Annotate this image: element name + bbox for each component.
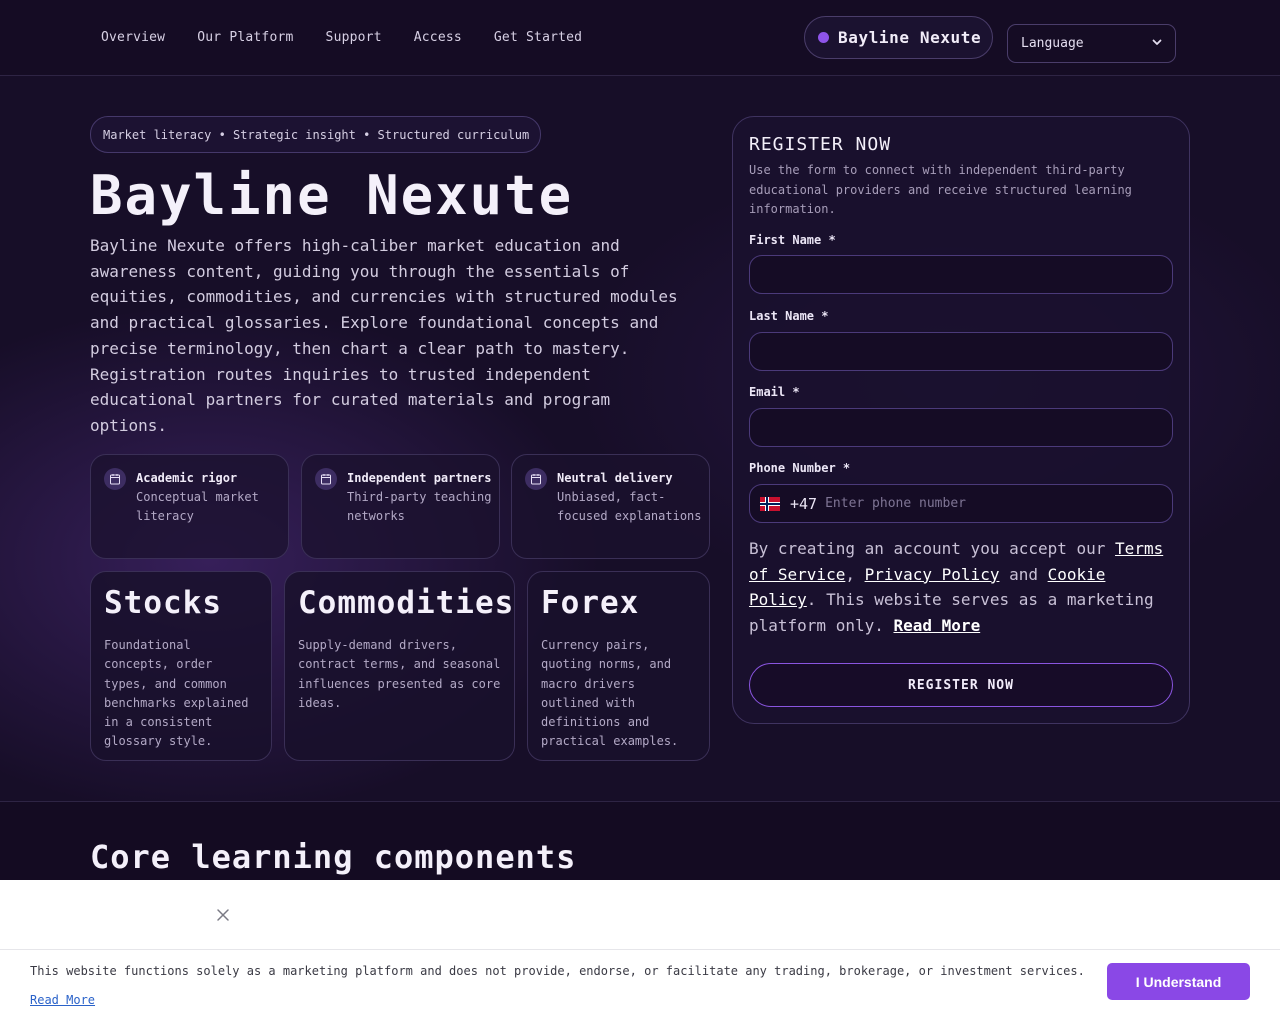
email-label: Email * (749, 385, 800, 399)
form-title: REGISTER NOW (749, 134, 892, 155)
topic-card-title: Commodities (298, 585, 515, 621)
topic-card-description: Foundational concepts, order types, and … (104, 638, 249, 749)
consent-text: By creating an account you accept our Te… (749, 536, 1174, 639)
topic-card-title: Stocks (104, 585, 222, 621)
register-now-button[interactable]: REGISTER NOW (749, 663, 1173, 707)
topic-card-stocks: Stocks Foundational concepts, order type… (90, 571, 272, 761)
hero-tagline: Market literacy • Strategic insight • St… (90, 116, 541, 153)
feature-title: Academic rigor Conceptual market literac… (136, 468, 284, 526)
read-more-link[interactable]: Read More (894, 616, 981, 635)
form-subtitle: Use the form to connect with independent… (749, 163, 1132, 216)
language-select-label: Language (1021, 36, 1084, 51)
topic-card-title: Forex (541, 585, 640, 621)
feature-title-text: Neutral delivery (557, 471, 673, 485)
topic-card-description: Supply-demand drivers, contract terms, a… (298, 638, 501, 710)
feature-description: Third-party teaching networks (347, 490, 492, 523)
feature-description: Conceptual market literacy (136, 490, 259, 523)
feature-card-neutral-delivery: Neutral delivery Unbiased, fact-focused … (511, 454, 710, 559)
feature-title: Neutral delivery Unbiased, fact-focused … (557, 468, 705, 526)
registration-form: REGISTER NOW Use the form to connect wit… (732, 116, 1190, 724)
nav-link-our-platform[interactable]: Our Platform (197, 30, 293, 45)
feature-title-text: Academic rigor (136, 471, 238, 485)
top-navigation: Overview Our Platform Support Access Get… (0, 0, 1280, 76)
feature-card-independent-partners: Independent partners Third-party teachin… (301, 454, 500, 559)
cookie-banner: This website functions solely as a marke… (0, 880, 1280, 1024)
country-code[interactable]: +47 (790, 495, 817, 513)
phone-label: Phone Number * (749, 461, 851, 475)
brand-name: Bayline Nexute (838, 28, 982, 47)
hero-description: Bayline Nexute offers high-caliber marke… (90, 236, 678, 435)
i-understand-button[interactable]: I Understand (1107, 963, 1250, 1000)
feature-card-academic-rigor: Academic rigor Conceptual market literac… (90, 454, 289, 559)
consent-separator: , (845, 564, 865, 584)
cookie-read-more-link[interactable]: Read More (30, 993, 95, 1007)
close-icon[interactable] (216, 908, 230, 922)
hero-title: Bayline Nexute (90, 164, 574, 227)
brand-dot-icon (818, 32, 829, 43)
chevron-down-icon (1152, 39, 1162, 45)
norway-flag-icon[interactable] (760, 496, 780, 511)
calendar-icon (104, 468, 126, 490)
nav-link-overview[interactable]: Overview (101, 30, 165, 45)
last-name-field[interactable] (749, 332, 1173, 371)
calendar-icon (525, 468, 547, 490)
feature-title-text: Independent partners (347, 471, 492, 485)
feature-description: Unbiased, fact-focused explanations (557, 490, 702, 523)
cookie-disclaimer-text: This website functions solely as a marke… (30, 964, 1085, 978)
cookie-banner-header (0, 880, 1280, 950)
language-select[interactable]: Language (1007, 24, 1176, 63)
privacy-policy-link[interactable]: Privacy Policy (865, 565, 1000, 584)
consent-prefix: By creating an account you accept our (749, 539, 1116, 558)
consent-separator: and (999, 564, 1048, 584)
first-name-label: First Name * (749, 233, 836, 247)
phone-placeholder: Enter phone number (825, 496, 966, 511)
brand-logo[interactable]: Bayline Nexute (804, 16, 993, 59)
email-field[interactable] (749, 408, 1173, 447)
topic-card-commodities: Commodities Supply-demand drivers, contr… (284, 571, 515, 761)
first-name-field[interactable] (749, 255, 1173, 294)
topic-card-description: Currency pairs, quoting norms, and macro… (541, 638, 679, 749)
nav-link-support[interactable]: Support (326, 30, 382, 45)
calendar-icon (315, 468, 337, 490)
feature-title: Independent partners Third-party teachin… (347, 468, 495, 526)
last-name-label: Last Name * (749, 309, 829, 323)
nav-link-get-started[interactable]: Get Started (494, 30, 582, 45)
topic-card-forex: Forex Currency pairs, quoting norms, and… (527, 571, 710, 761)
nav-links: Overview Our Platform Support Access Get… (101, 30, 582, 45)
section-title: Core learning components (90, 838, 577, 876)
phone-field[interactable]: +47 Enter phone number (749, 484, 1173, 523)
nav-link-access[interactable]: Access (414, 30, 462, 45)
